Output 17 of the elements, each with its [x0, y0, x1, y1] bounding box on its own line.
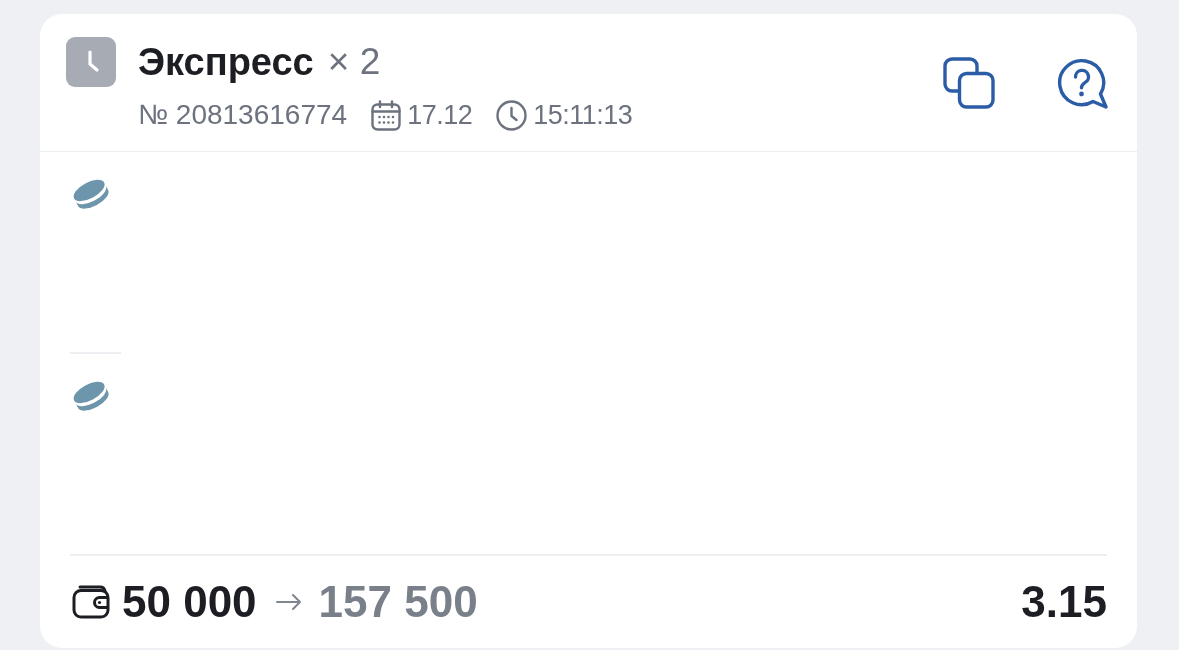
bet-time: 15:11:13: [533, 99, 633, 131]
wallet-icon: [72, 585, 110, 619]
arrow-icon: [274, 593, 303, 611]
stake-amount: 50 000: [122, 577, 257, 627]
clock-icon: [496, 99, 528, 131]
bet-count: × 2: [327, 40, 381, 84]
calendar-icon: [371, 99, 402, 131]
bet-date: 17.12: [407, 99, 473, 131]
payout-amount: 157 500: [318, 577, 478, 627]
total-odds: 3.15: [1021, 577, 1107, 627]
help-button[interactable]: [1056, 56, 1108, 109]
bet-title: Экспресс: [138, 40, 314, 84]
help-icon: [1056, 56, 1108, 109]
copy-icon: [943, 56, 995, 109]
bet-number: № 20813616774: [138, 99, 348, 131]
copy-button[interactable]: [943, 56, 995, 109]
clock-tile-icon: [66, 37, 116, 87]
